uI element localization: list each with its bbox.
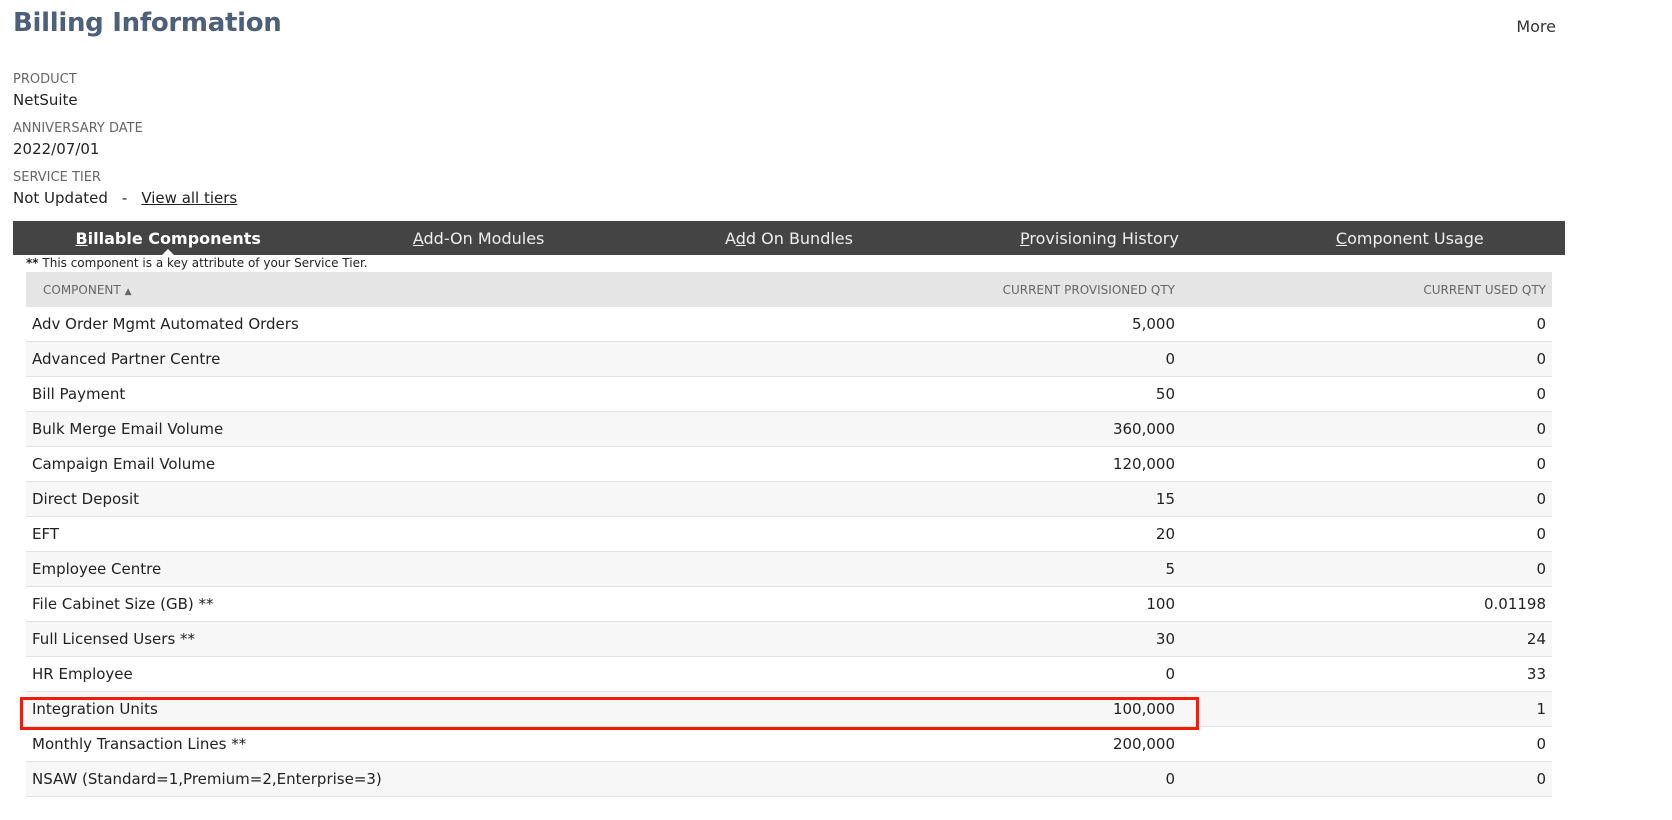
table-row: Campaign Email Volume 120,000 0 — [26, 446, 1552, 482]
tab-label-pre: A — [725, 229, 736, 248]
table-row: Bulk Merge Email Volume 360,000 0 — [26, 411, 1552, 447]
provisioned-qty-cell: 20 — [854, 516, 1185, 552]
note-stars: ** — [26, 256, 39, 270]
tab-label-post: illable Components — [87, 229, 261, 248]
component-cell: Campaign Email Volume — [26, 446, 854, 482]
component-cell: Bulk Merge Email Volume — [26, 411, 854, 447]
column-header-provisioned-qty[interactable]: CURRENT PROVISIONED QTY — [854, 272, 1185, 307]
tab-add-on-bundles[interactable]: Add On Bundles — [634, 221, 944, 255]
provisioned-qty-cell: 30 — [854, 621, 1185, 657]
used-qty-cell: 0 — [1185, 307, 1552, 342]
tab-label-key: B — [75, 229, 88, 248]
provisioned-qty-cell: 0 — [854, 341, 1185, 377]
component-cell: HR Employee — [26, 656, 854, 692]
table-row: EFT 20 0 — [26, 516, 1552, 552]
used-qty-cell: 0 — [1185, 516, 1552, 552]
table-row: HR Employee 0 33 — [26, 656, 1552, 692]
column-header-used-qty[interactable]: CURRENT USED QTY — [1185, 272, 1552, 307]
used-qty-cell: 0 — [1185, 446, 1552, 482]
tab-provisioning-history[interactable]: Provisioning History — [944, 221, 1254, 255]
provisioned-qty-cell: 0 — [854, 656, 1185, 692]
tab-bar: Billable Components Add-On Modules Add On … — [13, 221, 1565, 256]
component-cell: File Cabinet Size (GB) ** — [26, 586, 854, 622]
table-row: Full Licensed Users ** 30 24 — [26, 621, 1552, 657]
component-cell: Employee Centre — [26, 551, 854, 587]
table-row: Integration Units 100,000 1 — [26, 691, 1552, 727]
key-attribute-note: ** This component is a key attribute of … — [26, 256, 368, 270]
used-qty-cell: 1 — [1185, 691, 1552, 727]
table-row: NSAW (Standard=1,Premium=2,Enterprise=3)… — [26, 761, 1552, 797]
provisioned-qty-cell: 5,000 — [854, 307, 1185, 342]
used-qty-cell: 24 — [1185, 621, 1552, 657]
view-all-tiers-link[interactable]: View all tiers — [141, 189, 237, 207]
used-qty-cell: 0 — [1185, 551, 1552, 587]
component-cell: Direct Deposit — [26, 481, 854, 517]
tab-label-post: omponent Usage — [1347, 229, 1484, 248]
used-qty-cell: 0 — [1185, 726, 1552, 762]
table-row: Adv Order Mgmt Automated Orders 5,000 0 — [26, 307, 1552, 342]
provisioned-qty-cell: 100 — [854, 586, 1185, 622]
component-cell: Integration Units — [26, 691, 854, 727]
product-field: PRODUCT NetSuite — [13, 72, 78, 110]
product-label: PRODUCT — [13, 72, 77, 87]
page-title: Billing Information — [13, 8, 282, 38]
provisioned-qty-cell: 15 — [854, 481, 1185, 517]
product-value: NetSuite — [13, 91, 78, 109]
service-tier-value: Not Updated — [13, 189, 108, 207]
service-tier-label: SERVICE TIER — [13, 170, 101, 185]
tab-label-post: d On Bundles — [745, 229, 853, 248]
table-row: Advanced Partner Centre 0 0 — [26, 341, 1552, 377]
tab-label-post: dd-On Modules — [423, 229, 545, 248]
sort-ascending-icon: ▲ — [124, 286, 132, 297]
component-cell: Full Licensed Users ** — [26, 621, 854, 657]
component-cell: NSAW (Standard=1,Premium=2,Enterprise=3) — [26, 761, 854, 797]
used-qty-cell: 0 — [1185, 411, 1552, 447]
used-qty-cell: 0 — [1185, 481, 1552, 517]
column-header-component[interactable]: COMPONENT ▲ — [26, 272, 854, 307]
provisioned-qty-cell: 5 — [854, 551, 1185, 587]
table-row: Employee Centre 5 0 — [26, 551, 1552, 587]
components-table: COMPONENT ▲ CURRENT PROVISIONED QTY CURR… — [26, 272, 1552, 797]
table-header-row: COMPONENT ▲ CURRENT PROVISIONED QTY CURR… — [26, 272, 1552, 307]
provisioned-qty-cell: 50 — [854, 376, 1185, 412]
table-row: Monthly Transaction Lines ** 200,000 0 — [26, 726, 1552, 762]
tab-label-key: d — [735, 229, 746, 248]
tab-label-post: rovisioning History — [1029, 229, 1179, 248]
component-cell: Adv Order Mgmt Automated Orders — [26, 307, 854, 342]
tab-label-key: A — [412, 229, 424, 248]
used-qty-cell: 33 — [1185, 656, 1552, 692]
used-qty-cell: 0 — [1185, 341, 1552, 377]
service-tier-field: SERVICE TIER Not Updated - View all tiers — [13, 170, 237, 208]
provisioned-qty-cell: 360,000 — [854, 411, 1185, 447]
provisioned-qty-cell: 120,000 — [854, 446, 1185, 482]
used-qty-cell: 0 — [1185, 761, 1552, 797]
anniversary-field: ANNIVERSARY DATE 2022/07/01 — [13, 121, 143, 159]
table-row: Direct Deposit 15 0 — [26, 481, 1552, 517]
component-cell: EFT — [26, 516, 854, 552]
more-button[interactable]: More — [1516, 17, 1556, 36]
tab-label-key: P — [1020, 229, 1030, 248]
tab-label-key: C — [1335, 229, 1348, 248]
provisioned-qty-cell: 0 — [854, 761, 1185, 797]
provisioned-qty-cell: 100,000 — [854, 691, 1185, 727]
table-row: File Cabinet Size (GB) ** 100 0.01198 — [26, 586, 1552, 622]
component-cell: Advanced Partner Centre — [26, 341, 854, 377]
anniversary-value: 2022/07/01 — [13, 140, 100, 158]
table-row: Bill Payment 50 0 — [26, 376, 1552, 412]
tab-add-on-modules[interactable]: Add-On Modules — [323, 221, 633, 255]
note-text: This component is a key attribute of you… — [38, 256, 368, 270]
provisioned-qty-cell: 200,000 — [854, 726, 1185, 762]
tab-billable-components[interactable]: Billable Components — [13, 221, 323, 256]
separator: - — [121, 189, 128, 207]
used-qty-cell: 0 — [1185, 376, 1552, 412]
anniversary-label: ANNIVERSARY DATE — [13, 121, 143, 136]
component-cell: Bill Payment — [26, 376, 854, 412]
tab-component-usage[interactable]: Component Usage — [1255, 221, 1565, 255]
used-qty-cell: 0.01198 — [1185, 586, 1552, 622]
component-cell: Monthly Transaction Lines ** — [26, 726, 854, 762]
